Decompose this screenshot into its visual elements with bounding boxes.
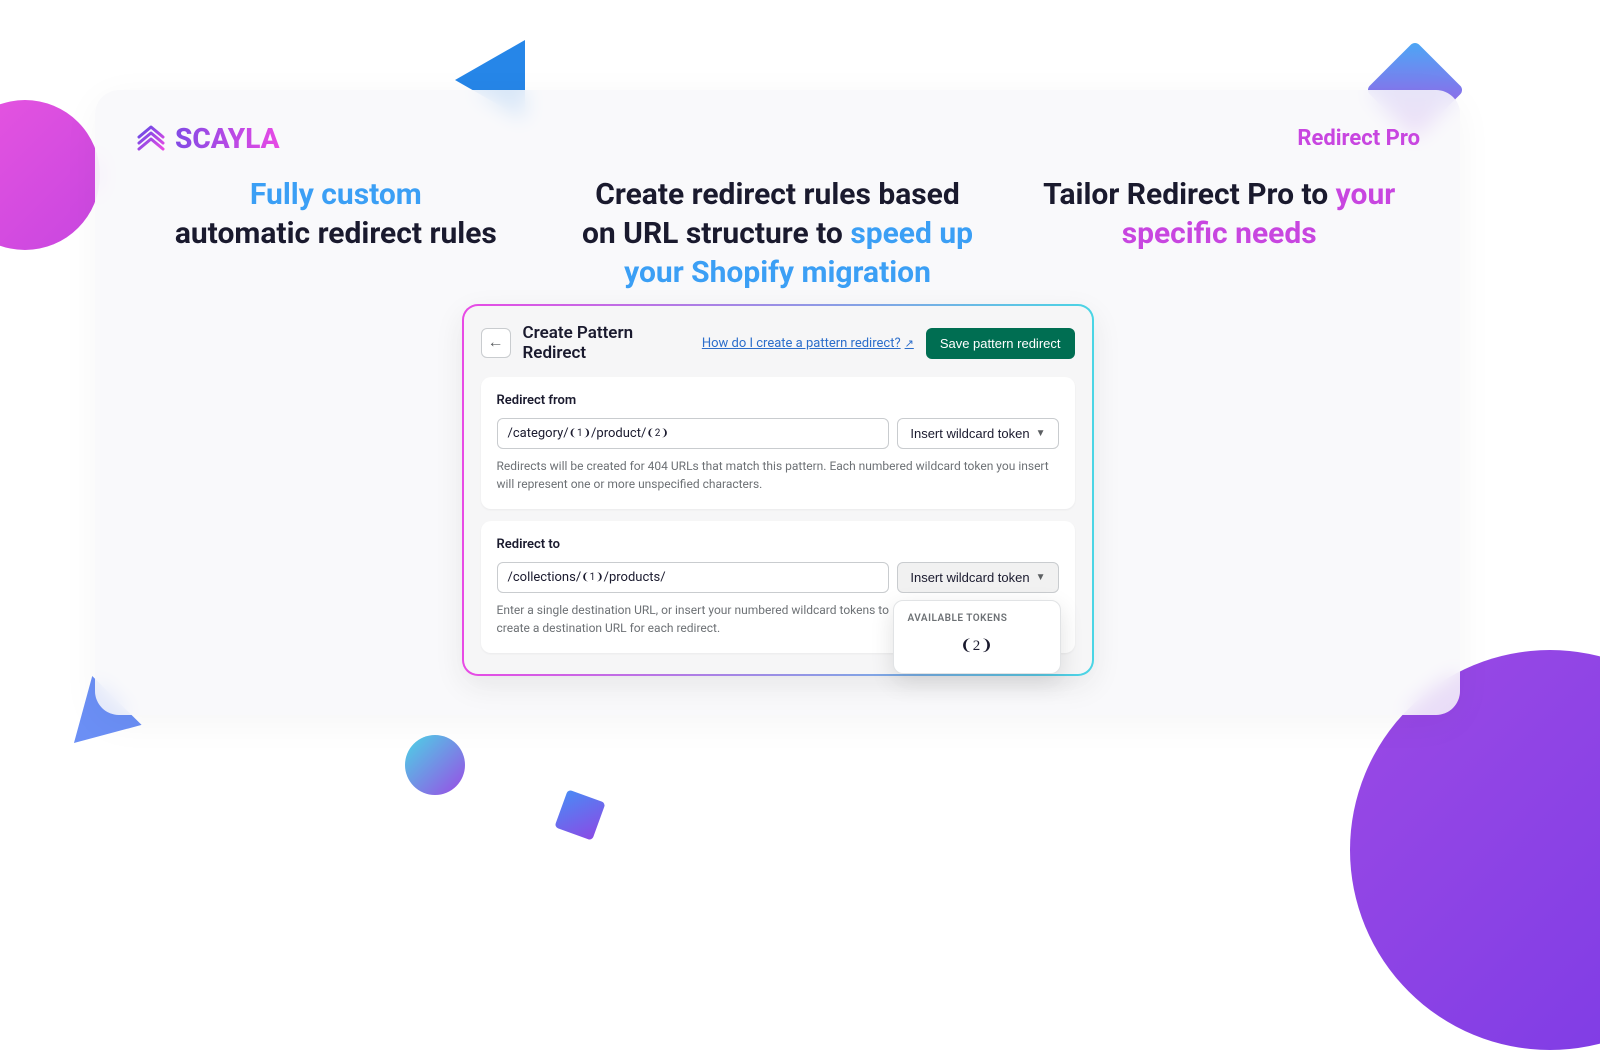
redirect-from-helper: Redirects will be created for 404 URLs t… xyxy=(497,457,1059,493)
panel-header: ← Create Pattern Redirect How do I creat… xyxy=(481,323,1075,363)
token-1-chip: ❨1❩ xyxy=(569,427,591,441)
headline-col-1: Fully custom automatic redirect rules xyxy=(135,175,537,292)
headline-1-highlight: Fully custom xyxy=(250,177,422,212)
app-name: Redirect Pro xyxy=(1297,126,1420,151)
app-panel-wrap: ← Create Pattern Redirect How do I creat… xyxy=(462,304,1094,676)
popover-token-option[interactable]: ❨2❩ xyxy=(908,636,1046,655)
popover-label: AVAILABLE TOKENS xyxy=(908,613,1046,624)
scayla-logo-icon xyxy=(135,123,167,155)
caret-down-icon: ▼ xyxy=(1036,572,1046,583)
available-tokens-popover: AVAILABLE TOKENS ❨2❩ xyxy=(893,600,1061,674)
brand-logo: SCAYLA xyxy=(135,122,280,155)
panel-title: Create Pattern Redirect xyxy=(523,323,690,363)
back-button[interactable]: ← xyxy=(481,328,511,358)
redirect-to-section: Redirect to /collections/❨1❩/products/ I… xyxy=(481,521,1075,653)
redirect-from-label: Redirect from xyxy=(497,393,1059,408)
token-2-chip: ❨2❩ xyxy=(646,427,668,441)
decor-circle-small xyxy=(405,735,465,795)
redirect-from-row: /category/❨1❩/product/❨2❩ Insert wildcar… xyxy=(497,418,1059,449)
token-1-chip-to: ❨1❩ xyxy=(581,571,603,585)
app-panel: ← Create Pattern Redirect How do I creat… xyxy=(467,309,1089,671)
redirect-to-helper: Enter a single destination URL, or inser… xyxy=(497,601,897,637)
headline-col-3: Tailor Redirect Pro to your specific nee… xyxy=(1018,175,1420,292)
redirect-to-row: /collections/❨1❩/products/ Insert wildca… xyxy=(497,562,1059,593)
redirect-from-input[interactable]: /category/❨1❩/product/❨2❩ xyxy=(497,418,890,449)
insert-token-from-button[interactable]: Insert wildcard token ▼ xyxy=(897,418,1058,449)
redirect-to-input[interactable]: /collections/❨1❩/products/ xyxy=(497,562,890,593)
redirect-to-label: Redirect to xyxy=(497,537,1059,552)
caret-down-icon: ▼ xyxy=(1036,428,1046,439)
headline-col-2: Create redirect rules based on URL struc… xyxy=(577,175,979,292)
redirect-from-section: Redirect from /category/❨1❩/product/❨2❩ … xyxy=(481,377,1075,509)
card-header: SCAYLA Redirect Pro xyxy=(135,122,1420,155)
headline-1-text: automatic redirect rules xyxy=(175,216,497,251)
insert-token-from-label: Insert wildcard token xyxy=(910,426,1029,441)
brand-name: SCAYLA xyxy=(175,122,280,155)
decor-circle-pink xyxy=(0,100,100,250)
insert-token-to-label: Insert wildcard token xyxy=(910,570,1029,585)
headline-3-text: Tailor Redirect Pro to xyxy=(1043,177,1336,212)
help-link-text: How do I create a pattern redirect? xyxy=(702,336,901,351)
save-pattern-button[interactable]: Save pattern redirect xyxy=(926,328,1075,359)
insert-token-to-button[interactable]: Insert wildcard token ▼ xyxy=(897,562,1058,593)
help-link[interactable]: How do I create a pattern redirect? ↗ xyxy=(702,336,914,351)
promo-card: SCAYLA Redirect Pro Fully custom automat… xyxy=(95,90,1460,715)
external-link-icon: ↗ xyxy=(905,337,914,350)
arrow-left-icon: ← xyxy=(488,334,504,352)
headline-columns: Fully custom automatic redirect rules Cr… xyxy=(135,175,1420,292)
decor-square xyxy=(554,789,605,840)
